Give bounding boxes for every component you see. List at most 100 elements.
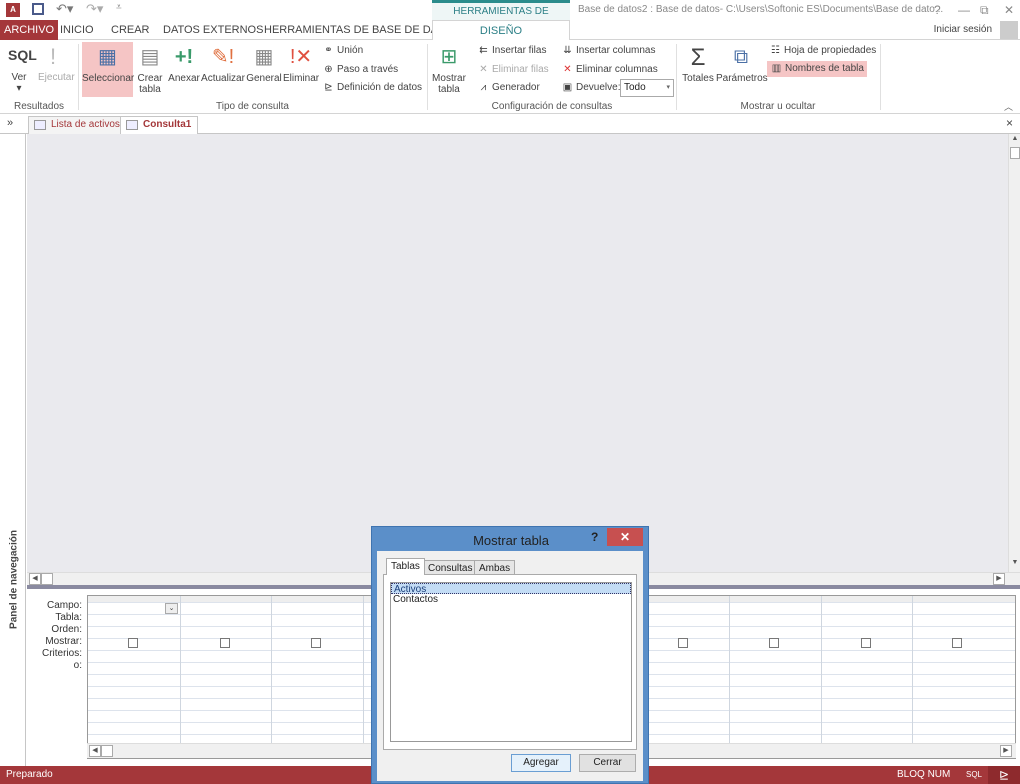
cerrar-button[interactable]: Cerrar (579, 754, 636, 772)
eliminar-label: Eliminar (283, 73, 320, 84)
scroll-right-icon[interactable]: ▶ (993, 573, 1005, 585)
insertar-filas-button[interactable]: ⇇ Insertar filas (477, 43, 546, 59)
seleccionar-label: Seleccionar (82, 73, 135, 84)
show-checkbox[interactable] (952, 638, 963, 648)
totales-button[interactable]: Σ Totales (682, 42, 714, 84)
general-button[interactable]: ▦ General (246, 42, 282, 85)
ejecutar-button[interactable]: Ejecutar (38, 70, 75, 86)
agregar-button[interactable]: Agregar (511, 754, 571, 772)
parametros-label: Parámetros (716, 73, 768, 84)
eliminar-columnas-button[interactable]: ✕ Eliminar columnas (561, 62, 658, 78)
parametros-button[interactable]: ⧉ Parámetros (716, 42, 768, 85)
show-checkbox[interactable] (311, 638, 322, 648)
undo-icon[interactable]: ↶▾ (56, 1, 73, 17)
crear-tabla-button[interactable]: ▤ Crear tabla (135, 42, 165, 96)
definicion-label: Definición de datos (337, 82, 423, 93)
chevron-down-icon: ▾ (666, 84, 670, 91)
show-checkbox[interactable] (128, 638, 138, 648)
access-logo-icon: A (6, 3, 20, 17)
nombres-label: Nombres de tabla (785, 63, 864, 74)
tab-datos-externos[interactable]: DATOS EXTERNOS (157, 20, 269, 40)
eliminar-filas-button[interactable]: ✕ Eliminar filas (477, 62, 549, 78)
dialog-close-button[interactable]: ✕ (607, 528, 643, 546)
restore-button[interactable]: ⧉ (980, 3, 989, 18)
navigation-pane-label: Panel de navegación (8, 530, 20, 629)
mostrar-tabla-label: Mostrar tabla (432, 73, 466, 95)
insertar-columnas-button[interactable]: ⇊ Insertar columnas (561, 43, 655, 59)
eliminar-button[interactable]: !✕ Eliminar (283, 42, 320, 85)
grid-row-label: Tabla: (55, 612, 82, 623)
tab-archivo[interactable]: ARCHIVO (0, 20, 59, 40)
nombres-tabla-button[interactable]: ▥ Nombres de tabla (767, 61, 867, 77)
save-icon[interactable] (32, 3, 44, 15)
ver-button[interactable]: Ver ▾ (8, 72, 30, 94)
redo-icon[interactable]: ↷▾ (86, 1, 103, 17)
window-title: Base de datos2 : Base de datos- C:\Users… (578, 4, 944, 15)
tables-listbox[interactable]: Activos Contactos (390, 582, 632, 742)
hoja-propiedades-button[interactable]: ☷ Hoja de propiedades (769, 43, 876, 59)
minimize-button[interactable]: — (958, 3, 970, 17)
sql-view-icon[interactable]: SQL (8, 47, 37, 63)
table-names-icon: ▥ (771, 63, 782, 74)
eliminar-columnas-label: Eliminar columnas (576, 64, 658, 75)
doc-tab-consulta1[interactable]: Consulta1 (120, 116, 199, 135)
tab-crear[interactable]: CREAR (105, 20, 156, 40)
list-item[interactable]: Contactos (391, 594, 631, 605)
actualizar-button[interactable]: ✎! Actualizar (201, 42, 245, 85)
tab-tablas[interactable]: Tablas (386, 558, 425, 575)
table-design-area[interactable] (27, 134, 1008, 572)
expand-nav-button[interactable]: » (7, 117, 13, 129)
help-button[interactable]: ? (934, 3, 941, 17)
anexar-button[interactable]: +! Anexar (168, 42, 200, 85)
scroll-right-icon[interactable]: ▶ (1000, 745, 1012, 757)
grid-column-line (820, 596, 822, 744)
append-icon: +! (174, 45, 194, 68)
generador-button[interactable]: ⩘ Generador (477, 80, 540, 96)
scroll-left-icon[interactable]: ◀ (89, 745, 101, 757)
paso-button[interactable]: ⊕ Paso a través (322, 62, 398, 78)
scroll-up-icon[interactable]: ▲ (1009, 134, 1020, 146)
show-checkbox[interactable] (677, 638, 688, 648)
signin-link[interactable]: Iniciar sesión (934, 24, 992, 35)
campo-dropdown-icon[interactable]: ⌄ (165, 603, 178, 614)
eliminar-filas-label: Eliminar filas (492, 64, 549, 75)
grid-column-line (362, 596, 364, 744)
divider (78, 44, 79, 110)
tab-diseno[interactable]: DISEÑO (432, 20, 570, 41)
tab-inicio[interactable]: INICIO (54, 20, 100, 40)
close-window-button[interactable]: ✕ (1004, 3, 1014, 17)
general-label: General (246, 73, 282, 84)
show-checkbox[interactable] (860, 638, 871, 648)
scroll-down-icon[interactable]: ▼ (1009, 558, 1020, 570)
navigation-pane[interactable]: Panel de navegación (0, 134, 26, 766)
grid-column-line (912, 596, 914, 744)
seleccionar-button[interactable]: ▦ Seleccionar (82, 42, 135, 97)
grid-column-line (271, 596, 273, 744)
sql-view-button[interactable]: SQL (966, 766, 982, 784)
scroll-left-icon[interactable]: ◀ (29, 573, 41, 585)
show-checkbox[interactable] (769, 638, 780, 648)
doc-tab-lista-activos[interactable]: Lista de activos (28, 116, 127, 134)
totales-label: Totales (682, 73, 714, 84)
mostrar-tabla-button[interactable]: ⊞ Mostrar tabla (431, 42, 467, 96)
show-checkbox[interactable] (219, 638, 230, 648)
devuelve-select[interactable]: Todo ▾ (620, 79, 674, 97)
union-button[interactable]: ⚭ Unión (322, 43, 363, 59)
vertical-scrollbar[interactable]: ▲ ▼ (1008, 134, 1020, 572)
definicion-button[interactable]: ⊵ Definición de datos (322, 80, 422, 96)
close-document-button[interactable]: × (1006, 116, 1013, 130)
list-item[interactable]: Activos (391, 583, 631, 595)
design-view-icon[interactable]: ⊵ (988, 766, 1020, 784)
scroll-thumb[interactable] (101, 745, 113, 757)
builder-icon: ⩘ (480, 82, 487, 93)
scroll-thumb[interactable] (41, 573, 53, 585)
collapse-ribbon-icon[interactable]: ︿ (1004, 100, 1013, 113)
ver-label: Ver (11, 72, 27, 83)
insertar-columnas-label: Insertar columnas (576, 45, 656, 56)
customize-qat-icon[interactable]: ⩡ (116, 2, 122, 13)
group-label-resultados: Resultados (13, 101, 65, 112)
devuelve-value: Todo (624, 82, 646, 93)
avatar[interactable] (1000, 21, 1018, 39)
dialog-help-button[interactable]: ? (591, 530, 598, 544)
scroll-thumb[interactable] (1010, 147, 1020, 159)
